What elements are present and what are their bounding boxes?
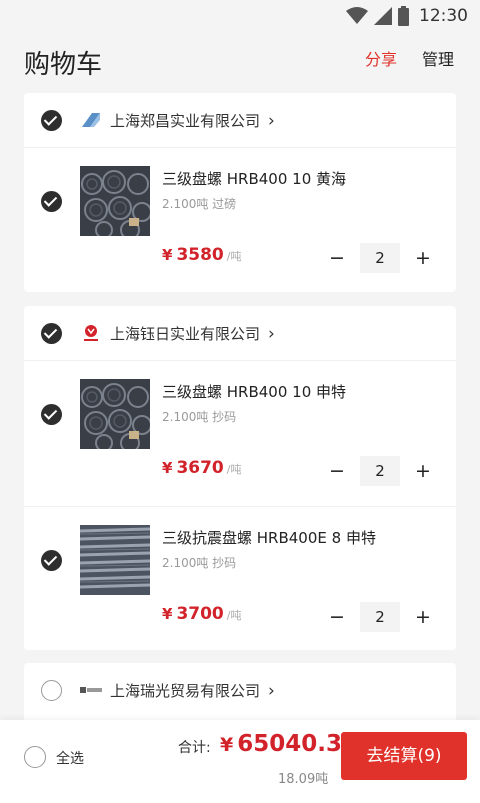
yuri-logo-icon [84, 325, 98, 341]
shop-card: 上海钰日实业有限公司 › 三级盘螺 HRB400 10 申特 2.100吨 抄码 … [24, 306, 456, 650]
total-amount: ¥65040.3 [220, 731, 342, 757]
shop-name: 上海钰日实业有限公司 › [110, 324, 275, 344]
item-title: 三级盘螺 HRB400 10 申特 [162, 383, 347, 401]
battery-icon [398, 6, 409, 26]
item-price: ¥3700/吨 [162, 604, 242, 624]
increase-button[interactable]: + [410, 460, 436, 482]
cart-item[interactable]: 三级抗震盘螺 HRB400E 8 申特 2.100吨 抄码 ¥3700/吨 − … [24, 506, 456, 652]
checkout-bar: 全选 合计: ¥65040.3 18.09吨 去结算(9) [0, 720, 480, 803]
shop-name: 上海郑昌实业有限公司 › [110, 111, 275, 131]
page-header: 购物车 分享 管理 [0, 34, 480, 90]
ruiguang-logo-icon [80, 687, 102, 693]
quantity-stepper: − 2 + [324, 456, 436, 486]
chevron-right-icon: › [268, 324, 275, 344]
zhengchang-logo-icon [82, 113, 100, 127]
chevron-right-icon: › [268, 681, 275, 701]
item-title: 三级盘螺 HRB400 10 黄海 [162, 170, 347, 188]
decrease-button[interactable]: − [324, 606, 350, 628]
shop-checkbox[interactable] [41, 323, 62, 344]
item-checkbox[interactable] [41, 550, 62, 571]
signal-icon [374, 7, 392, 25]
quantity-input[interactable]: 2 [360, 243, 400, 273]
shop-header[interactable]: 上海瑞光贸易有限公司 › [24, 663, 456, 717]
clock: 12:30 [419, 6, 468, 26]
quantity-stepper: − 2 + [324, 243, 436, 273]
status-bar: 12:30 [0, 0, 480, 34]
item-spec: 2.100吨 过磅 [162, 197, 237, 211]
wifi-icon [346, 7, 368, 24]
page-title: 购物车 [24, 50, 103, 80]
shop-header[interactable]: 上海钰日实业有限公司 › [24, 306, 456, 361]
coil-rebar-image [80, 379, 150, 449]
decrease-button[interactable]: − [324, 460, 350, 482]
shop-checkbox[interactable] [41, 680, 62, 701]
item-price: ¥3670/吨 [162, 458, 242, 478]
cart-item[interactable]: 三级盘螺 HRB400 10 黄海 2.100吨 过磅 ¥3580/吨 − 2 … [24, 148, 456, 293]
item-title: 三级抗震盘螺 HRB400E 8 申特 [162, 529, 376, 547]
shop-card: 上海郑昌实业有限公司 › 三级盘螺 HRB400 10 黄海 2.100吨 过磅 … [24, 93, 456, 292]
cart-item[interactable]: 三级盘螺 HRB400 10 申特 2.100吨 抄码 ¥3670/吨 − 2 … [24, 361, 456, 506]
increase-button[interactable]: + [410, 606, 436, 628]
quantity-input[interactable]: 2 [360, 456, 400, 486]
item-checkbox[interactable] [41, 191, 62, 212]
total-weight: 18.09吨 [278, 772, 329, 787]
item-spec: 2.100吨 抄码 [162, 410, 237, 424]
item-spec: 2.100吨 抄码 [162, 556, 237, 570]
item-checkbox[interactable] [41, 404, 62, 425]
share-button[interactable]: 分享 [365, 46, 397, 70]
total-label: 合计: [178, 740, 211, 756]
shop-checkbox[interactable] [41, 110, 62, 131]
shop-header[interactable]: 上海郑昌实业有限公司 › [24, 93, 456, 148]
select-all-label[interactable]: 全选 [56, 748, 84, 768]
increase-button[interactable]: + [410, 247, 436, 269]
coil-rebar-image [80, 166, 150, 236]
quantity-input[interactable]: 2 [360, 602, 400, 632]
shop-name: 上海瑞光贸易有限公司 › [110, 681, 275, 701]
select-all-checkbox[interactable] [24, 746, 46, 768]
manage-button[interactable]: 管理 [422, 46, 454, 70]
straight-rebar-image [80, 525, 150, 595]
shop-card: 上海瑞光贸易有限公司 › [24, 663, 456, 723]
checkout-button[interactable]: 去结算(9) [341, 732, 467, 780]
chevron-right-icon: › [268, 111, 275, 131]
decrease-button[interactable]: − [324, 247, 350, 269]
item-price: ¥3580/吨 [162, 245, 242, 265]
quantity-stepper: − 2 + [324, 602, 436, 632]
